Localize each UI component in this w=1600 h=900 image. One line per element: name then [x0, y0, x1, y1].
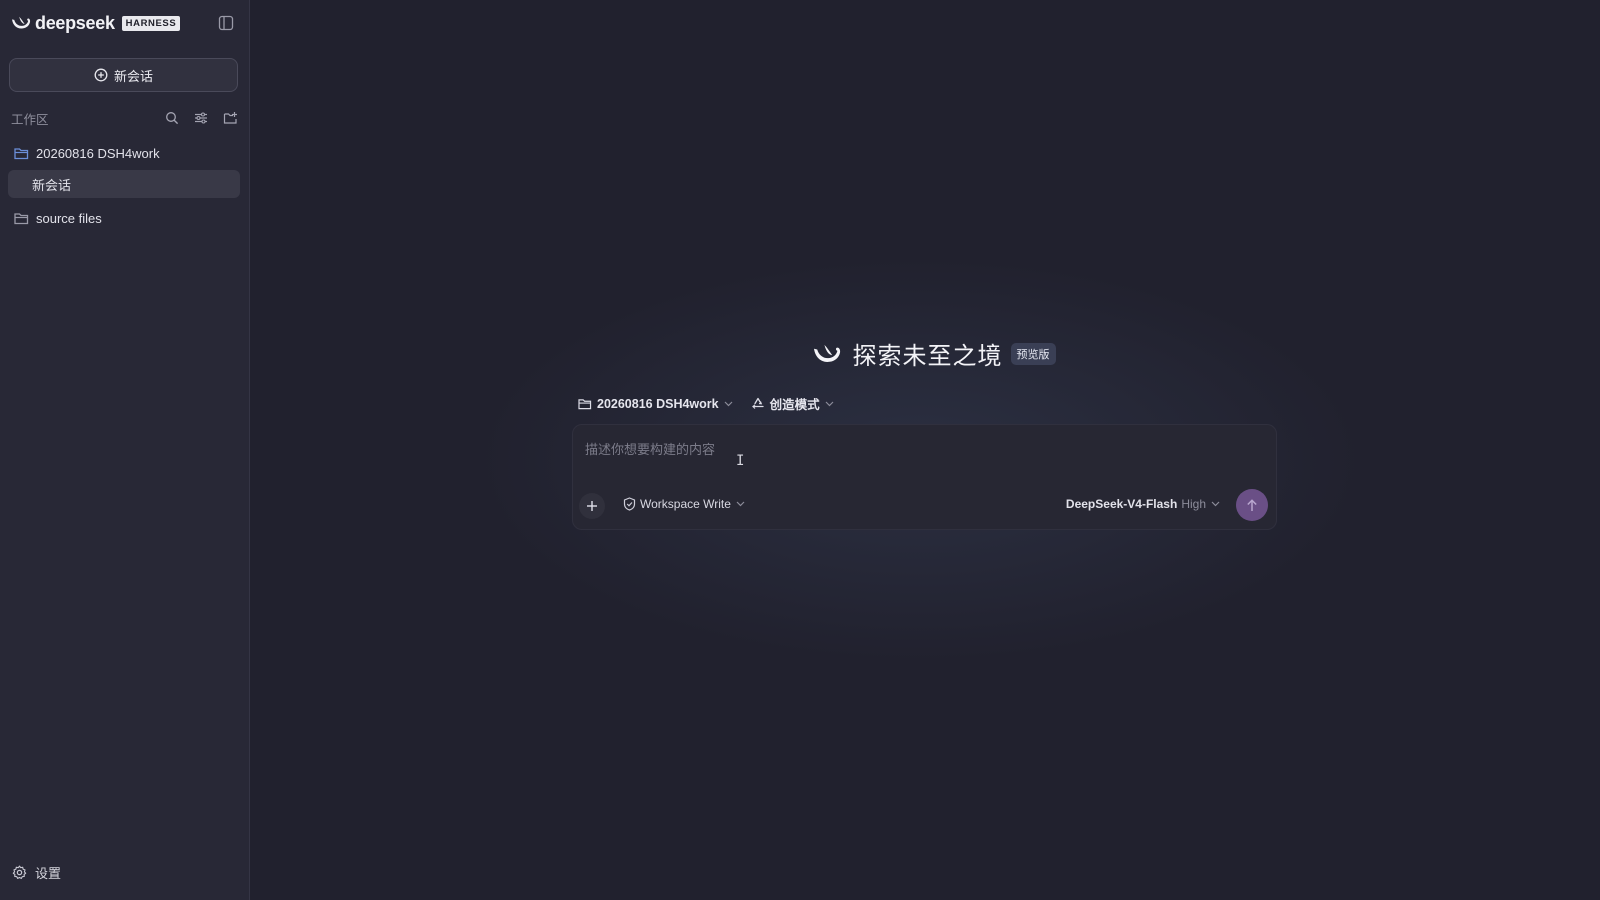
attach-button[interactable]: [579, 493, 605, 519]
folder-open-icon: [14, 145, 30, 161]
settings-label: 设置: [35, 866, 62, 881]
deepseek-whale-logo-icon: [10, 12, 32, 34]
workspace-folder-item[interactable]: 20260816 DSH4work: [8, 139, 240, 167]
permission-selector[interactable]: Workspace Write: [623, 497, 745, 511]
plus-icon: [587, 501, 597, 511]
chevron-down-icon: [724, 401, 733, 407]
hero-title: 探索未至之境: [852, 343, 1003, 370]
source-files-folder-item[interactable]: source files: [8, 204, 240, 232]
brand-name: deepseek: [35, 12, 115, 33]
composer-box: I Workspace Write: [572, 424, 1277, 530]
workspace-header: 工作区: [11, 108, 239, 128]
brand-badge: HARNESS: [121, 15, 181, 31]
brand-header: deepseek HARNESS: [10, 12, 239, 34]
plus-circle-icon: [94, 68, 108, 82]
mode-selector-label: 创造模式: [769, 398, 820, 412]
shield-icon: [623, 497, 636, 511]
settings-button[interactable]: 设置: [12, 863, 61, 882]
chevron-down-icon: [825, 401, 834, 407]
new-chat-button[interactable]: 新会话: [9, 58, 238, 92]
model-effort: High: [1181, 497, 1206, 511]
model-name: DeepSeek-V4-Flash: [1065, 497, 1178, 511]
workspace-label: 工作区: [11, 112, 49, 127]
send-button[interactable]: [1236, 489, 1268, 521]
project-selector[interactable]: 20260816 DSH4work: [578, 397, 733, 411]
chevron-down-icon: [736, 501, 745, 507]
filter-sliders-icon[interactable]: [192, 109, 210, 127]
mode-selector[interactable]: 创造模式: [751, 394, 834, 413]
project-selector-label: 20260816 DSH4work: [597, 396, 719, 411]
gear-icon: [12, 865, 27, 880]
composer-selectors: 20260816 DSH4work 创造模式: [578, 394, 834, 413]
new-folder-icon[interactable]: [221, 109, 239, 127]
sidebar: deepseek HARNESS 新会话 工作区 20260816 DSH4wo…: [0, 0, 250, 900]
tree-item-label: source files: [36, 210, 102, 226]
arrow-up-icon: [1247, 498, 1257, 511]
app-window: deepseek HARNESS 新会话 工作区 20260816 DSH4wo…: [0, 0, 1600, 900]
chevron-down-icon: [1211, 501, 1220, 507]
workspace-tools: [163, 109, 239, 127]
sidebar-toggle-icon[interactable]: [217, 14, 235, 32]
tree-item-label: 新会话: [32, 177, 72, 193]
deepseek-whale-logo-icon: [811, 341, 843, 367]
chat-session-item[interactable]: 新会话: [8, 170, 240, 198]
main-panel: 探索未至之境 预览版 20260816 DSH4work 创造模式 描述你想要构…: [250, 0, 1600, 900]
search-icon[interactable]: [163, 109, 181, 127]
model-selector[interactable]: DeepSeek-V4-Flash High: [1066, 497, 1220, 511]
recycle-mode-icon: [751, 397, 765, 410]
i-beam-cursor-icon: I: [736, 453, 745, 469]
new-chat-label: 新会话: [113, 68, 153, 84]
tree-item-label: 20260816 DSH4work: [36, 145, 160, 161]
permission-label: Workspace Write: [640, 497, 731, 511]
folder-open-icon: [578, 398, 592, 410]
hero-header: 探索未至之境 预览版: [258, 336, 1600, 371]
folder-icon: [14, 210, 30, 226]
preview-badge: 预览版: [1010, 342, 1056, 365]
prompt-input[interactable]: [585, 437, 1265, 461]
